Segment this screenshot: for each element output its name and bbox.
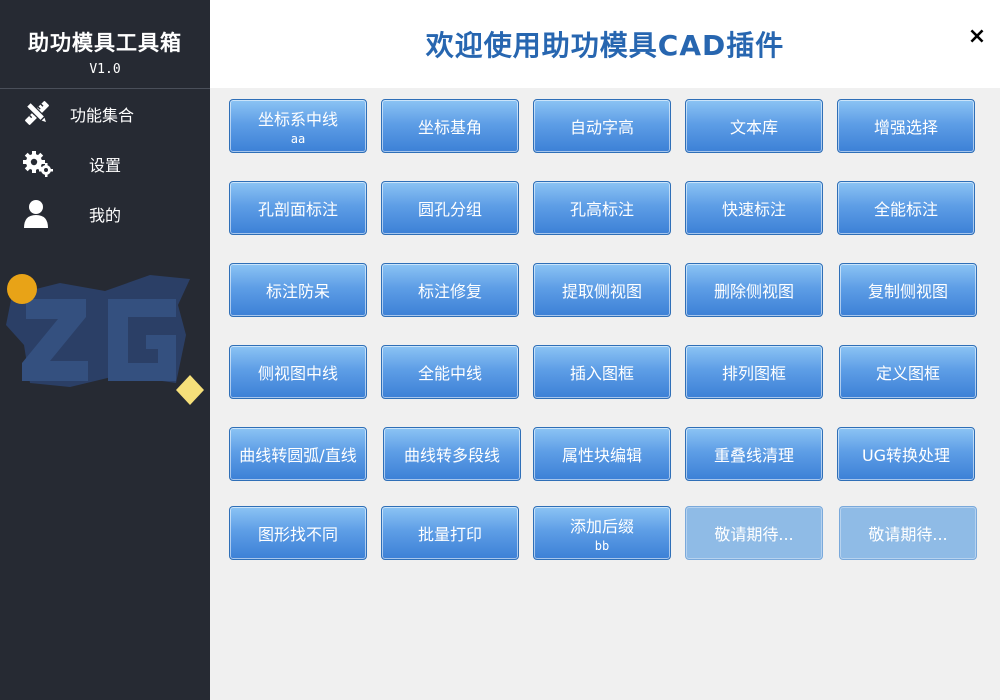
- btn-coord-base-angle[interactable]: 坐标基角: [381, 99, 519, 153]
- btn-curve-to-polyline[interactable]: 曲线转多段线: [383, 427, 521, 481]
- btn-side-view-centerline[interactable]: 侧视图中线: [229, 345, 367, 399]
- btn-label: 重叠线清理: [713, 446, 794, 465]
- btn-coord-centerline[interactable]: 坐标系中线 aa: [229, 99, 367, 153]
- btn-dim-foolproof[interactable]: 标注防呆: [229, 263, 367, 317]
- btn-hole-section-dim[interactable]: 孔剖面标注: [229, 181, 367, 235]
- btn-label: 排列图框: [721, 364, 786, 383]
- btn-arrange-frames[interactable]: 排列图框: [685, 345, 823, 399]
- btn-label: 敬请期待...: [714, 525, 794, 544]
- btn-label: 全能标注: [873, 200, 938, 219]
- close-button[interactable]: ×: [962, 22, 992, 52]
- btn-overlap-cleanup[interactable]: 重叠线清理: [685, 427, 823, 481]
- btn-label: 增强选择: [873, 118, 938, 137]
- btn-universal-dim[interactable]: 全能标注: [837, 181, 975, 235]
- btn-dim-repair[interactable]: 标注修复: [381, 263, 519, 317]
- btn-extract-side-view[interactable]: 提取侧视图: [533, 263, 671, 317]
- btn-label: UG转换处理: [861, 446, 951, 465]
- btn-insert-frame[interactable]: 插入图框: [533, 345, 671, 399]
- nav-item-features[interactable]: 功能集合: [0, 92, 210, 132]
- btn-label: 圆孔分组: [417, 200, 482, 219]
- nav-item-mine[interactable]: 我的: [0, 192, 210, 232]
- btn-delete-side-view[interactable]: 删除侧视图: [685, 263, 823, 317]
- function-grid: 坐标系中线 aa 坐标基角 自动字高 文本库 增强选择 孔剖面标注 圆孔分组 孔…: [210, 88, 1000, 700]
- btn-label: 插入图框: [569, 364, 634, 383]
- gears-icon: [22, 148, 53, 178]
- nav-label-features: 功能集合: [70, 106, 135, 125]
- btn-label: 曲线转圆弧/直线: [239, 446, 357, 465]
- nav-label-settings: 设置: [89, 156, 122, 175]
- btn-universal-centerline[interactable]: 全能中线: [381, 345, 519, 399]
- btn-ug-convert[interactable]: UG转换处理: [837, 427, 975, 481]
- zg-logo: [0, 265, 210, 415]
- btn-quick-dim[interactable]: 快速标注: [685, 181, 823, 235]
- btn-attr-block-edit[interactable]: 属性块编辑: [533, 427, 671, 481]
- sidebar: 助功模具工具箱 V1.0 功能集合 设置 我的: [0, 0, 210, 700]
- btn-label: 孔高标注: [569, 200, 634, 219]
- btn-hole-grouping[interactable]: 圆孔分组: [381, 181, 519, 235]
- btn-label: 孔剖面标注: [257, 200, 338, 219]
- btn-label: 坐标基角: [417, 118, 482, 137]
- btn-sublabel: bb: [594, 539, 610, 553]
- btn-label: 删除侧视图: [713, 282, 794, 301]
- btn-text-library[interactable]: 文本库: [685, 99, 823, 153]
- btn-label: 复制侧视图: [867, 282, 948, 301]
- btn-batch-print[interactable]: 批量打印: [381, 506, 519, 560]
- btn-label: 图形找不同: [257, 525, 338, 544]
- btn-label: 添加后缀: [569, 517, 634, 536]
- btn-label: 标注防呆: [265, 282, 330, 301]
- nav-item-settings[interactable]: 设置: [0, 142, 210, 182]
- btn-label: 文本库: [729, 118, 778, 137]
- btn-label: 批量打印: [417, 525, 482, 544]
- app-version: V1.0: [89, 62, 121, 77]
- btn-curve-to-arc-line[interactable]: 曲线转圆弧/直线: [229, 427, 367, 481]
- header: 欢迎使用助功模具CAD插件 ×: [210, 0, 1000, 88]
- btn-label: 属性块编辑: [561, 446, 642, 465]
- page-title: 欢迎使用助功模具CAD插件: [425, 29, 785, 62]
- btn-label: 敬请期待...: [868, 525, 948, 544]
- app-title: 助功模具工具箱: [28, 31, 182, 55]
- btn-sublabel: aa: [290, 132, 306, 146]
- pencil-ruler-icon: [22, 98, 52, 128]
- btn-label: 侧视图中线: [257, 364, 338, 383]
- btn-label: 坐标系中线: [257, 110, 338, 129]
- btn-label: 定义图框: [875, 364, 940, 383]
- btn-copy-side-view[interactable]: 复制侧视图: [839, 263, 977, 317]
- btn-label: 提取侧视图: [561, 282, 642, 301]
- btn-add-suffix[interactable]: 添加后缀 bb: [533, 506, 671, 560]
- btn-label: 全能中线: [417, 364, 482, 383]
- btn-hole-height-dim[interactable]: 孔高标注: [533, 181, 671, 235]
- btn-enhanced-select[interactable]: 增强选择: [837, 99, 975, 153]
- user-icon: [22, 198, 52, 228]
- btn-coming-soon: 敬请期待...: [839, 506, 977, 560]
- btn-coming-soon: 敬请期待...: [685, 506, 823, 560]
- btn-label: 快速标注: [721, 200, 786, 219]
- brand-area: 助功模具工具箱 V1.0: [0, 0, 210, 89]
- btn-label: 曲线转多段线: [403, 446, 500, 465]
- nav-label-mine: 我的: [89, 206, 122, 225]
- btn-auto-text-height[interactable]: 自动字高: [533, 99, 671, 153]
- btn-define-frame[interactable]: 定义图框: [839, 345, 977, 399]
- btn-label: 自动字高: [569, 118, 634, 137]
- btn-label: 标注修复: [417, 282, 482, 301]
- btn-find-differences[interactable]: 图形找不同: [229, 506, 367, 560]
